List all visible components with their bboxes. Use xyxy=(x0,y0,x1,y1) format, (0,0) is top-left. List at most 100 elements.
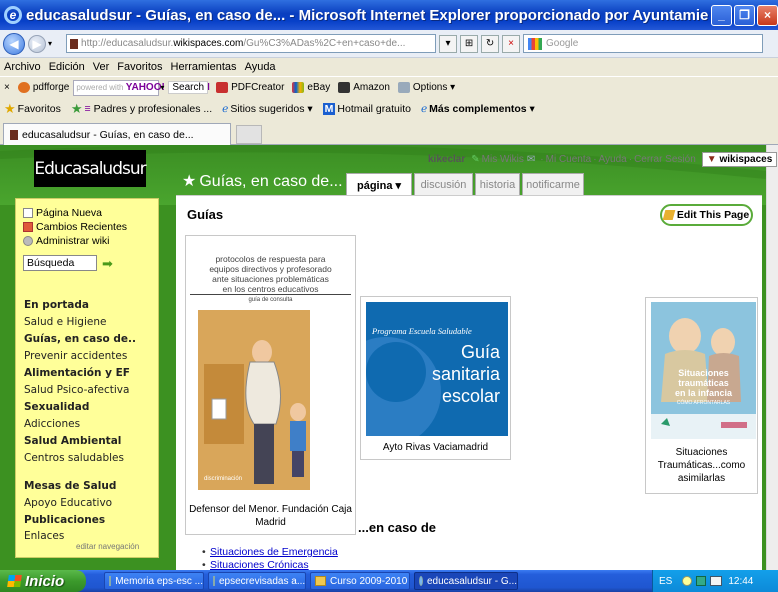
task-epsecrevisadas[interactable]: epsecrevisadas a... xyxy=(208,572,306,590)
wiki-search-input[interactable]: Búsqueda xyxy=(23,255,97,271)
ie-logo-icon: e xyxy=(4,6,22,24)
nav-psico-afectiva[interactable]: Salud Psico-afectiva xyxy=(24,384,129,396)
clock[interactable]: 12:44 xyxy=(728,576,753,587)
link-mis-wikis[interactable]: Mis Wikis xyxy=(482,154,524,165)
tab-discusion[interactable]: discusión xyxy=(414,173,473,195)
network-icon[interactable] xyxy=(682,576,693,586)
pdfforge-label: pdfforge xyxy=(32,82,70,93)
close-window-button[interactable]: × xyxy=(757,4,778,26)
site-logo[interactable]: Educasaludsur xyxy=(34,150,147,187)
task-curso[interactable]: Curso 2009-2010 xyxy=(310,572,410,590)
options-button[interactable]: Options ▾ xyxy=(397,82,455,93)
fav-sitios[interactable]: ℯ Sitios sugeridos ▾ xyxy=(222,103,313,115)
fav-padres[interactable]: ★ ≡ Padres y profesionales ... xyxy=(71,101,212,117)
search-go-icon[interactable]: ➡ xyxy=(102,256,113,272)
search-provider-input[interactable]: Google xyxy=(523,34,764,53)
address-input[interactable]: http://educasaludsur. wikispaces.com/Gu%C… xyxy=(66,34,437,53)
sidebar-admin-wiki[interactable]: Administrar wiki xyxy=(23,235,110,247)
tab-notificarme[interactable]: notificarme xyxy=(522,173,584,195)
refresh-icon[interactable]: ↻ xyxy=(481,34,500,53)
ebay-icon xyxy=(292,82,305,93)
minimize-button[interactable]: _ xyxy=(711,4,732,26)
menu-favoritos[interactable]: Favoritos xyxy=(117,61,162,73)
link-situaciones-emergencia[interactable]: Situaciones de Emergencia xyxy=(202,546,338,559)
nav-publicaciones[interactable]: Publicaciones xyxy=(24,514,105,526)
google-icon xyxy=(528,37,543,50)
edit-navigation-link[interactable]: editar navegación xyxy=(76,542,139,551)
tab-historia[interactable]: historia xyxy=(475,173,520,195)
hotmail-icon: M xyxy=(322,103,336,115)
task-educasaludsur[interactable]: educasaludsur - G... xyxy=(414,572,518,590)
back-button[interactable]: ◀ xyxy=(3,32,25,55)
pdfcreator-button[interactable]: PDFCreator xyxy=(216,82,284,93)
security-icon[interactable] xyxy=(696,576,707,586)
tab-pagina[interactable]: página ▾ xyxy=(346,173,412,196)
guide-card-1[interactable]: protocolos de respuesta para equipos dir… xyxy=(185,235,356,535)
tray-app-icon[interactable] xyxy=(710,576,723,586)
guide-cover-1[interactable]: protocolos de respuesta para equipos dir… xyxy=(190,240,351,501)
sidebar: Página Nueva Cambios Recientes Administr… xyxy=(15,198,159,558)
user-nav: kikeclar ✎ Mis Wikis ✉ · Mi Cuenta · Ayu… xyxy=(428,152,778,167)
start-button[interactable]: Inicio xyxy=(0,570,86,592)
yahoo-dropdown-icon[interactable]: ▾ xyxy=(160,83,164,92)
cover3-line-3: en la infancia xyxy=(674,388,733,398)
nav-sexualidad[interactable]: Sexualidad xyxy=(24,401,89,413)
address-dropdown-icon[interactable]: ▾ xyxy=(439,34,458,53)
pdfcreator-label: PDFCreator xyxy=(231,82,285,93)
nav-guias[interactable]: Guías, en caso de.. xyxy=(24,333,136,345)
menu-archivo[interactable]: Archivo xyxy=(4,61,41,73)
page-scrollbar[interactable] xyxy=(766,145,778,570)
pdfforge-button[interactable]: pdfforge xyxy=(17,82,70,93)
stop-icon[interactable]: × xyxy=(502,34,521,53)
fav-hotmail[interactable]: M Hotmail gratuito xyxy=(322,103,411,115)
guide-card-3[interactable]: Situaciones traumáticas en la infancia C… xyxy=(645,297,758,494)
nav-adicciones[interactable]: Adicciones xyxy=(24,418,80,430)
nav-centros[interactable]: Centros saludables xyxy=(24,452,124,464)
fav-mas[interactable]: ℯ Más complementos ▾ xyxy=(421,103,535,115)
fav-mas-label: Más complementos xyxy=(429,103,527,115)
compatibility-icon[interactable]: ⊞ xyxy=(460,34,479,53)
nav-salud-higiene[interactable]: Salud e Higiene xyxy=(24,316,106,328)
guide-card-2[interactable]: Programa Escuela Saludable Guía sanitari… xyxy=(360,296,511,460)
yahoo-search-input[interactable]: powered with YAHOO! SEARCH xyxy=(73,79,210,96)
nav-mesas[interactable]: Mesas de Salud xyxy=(24,480,116,492)
ebay-button[interactable]: eBay xyxy=(292,82,330,93)
nav-enlaces[interactable]: Enlaces xyxy=(24,530,64,542)
nav-prevenir[interactable]: Prevenir accidentes xyxy=(24,350,127,362)
history-dropdown-icon[interactable]: ▾ xyxy=(48,39,52,48)
edit-page-button[interactable]: Edit This Page xyxy=(660,204,753,226)
sidebar-new-page[interactable]: Página Nueva xyxy=(23,207,102,219)
menu-ayuda[interactable]: Ayuda xyxy=(245,61,276,73)
new-tab-button[interactable] xyxy=(236,125,262,144)
browser-tab-active[interactable]: educasaludsur - Guías, en caso de... xyxy=(3,123,231,145)
nav-alimentacion[interactable]: Alimentación y EF xyxy=(24,367,130,379)
favorites-button[interactable]: ★ Favoritos xyxy=(4,101,61,117)
menu-herramientas[interactable]: Herramientas xyxy=(171,61,237,73)
maximize-button[interactable]: ❐ xyxy=(734,4,755,26)
forward-button[interactable]: ▶ xyxy=(28,34,46,53)
nav-en-portada[interactable]: En portada xyxy=(24,299,89,311)
wikispaces-badge[interactable]: ▼ wikispaces xyxy=(701,152,778,167)
sidebar-recent-changes[interactable]: Cambios Recientes xyxy=(23,221,127,233)
guide-cover-3[interactable]: Situaciones traumáticas en la infancia C… xyxy=(651,302,756,439)
gear-icon xyxy=(23,236,33,246)
nav-apoyo[interactable]: Apoyo Educativo xyxy=(24,497,112,509)
amazon-button[interactable]: Amazon xyxy=(338,82,390,93)
link-ayuda[interactable]: Ayuda xyxy=(599,154,627,165)
favorite-star-icon[interactable]: ★ xyxy=(182,173,196,190)
window-title-bar[interactable]: e educasaludsur - Guías, en caso de... -… xyxy=(0,0,778,30)
language-indicator[interactable]: ES xyxy=(659,576,672,587)
task-memoria[interactable]: Memoria eps-esc ... xyxy=(104,572,204,590)
new-page-icon xyxy=(23,208,33,218)
wikis-icon: ✎ xyxy=(471,154,480,165)
toolbar-close-icon[interactable]: × xyxy=(4,82,10,93)
link-mi-cuenta[interactable]: Mi Cuenta xyxy=(546,154,592,165)
link-cerrar-sesion[interactable]: Cerrar Sesión xyxy=(634,154,696,165)
username[interactable]: kikeclar xyxy=(428,154,465,165)
favorites-bar: ★ Favoritos ★ ≡ Padres y profesionales ... … xyxy=(0,98,778,120)
menu-edicion[interactable]: Edición xyxy=(49,61,85,73)
nav-salud-ambiental[interactable]: Salud Ambiental xyxy=(24,435,121,447)
menu-ver[interactable]: Ver xyxy=(93,61,110,73)
yahoo-search-button[interactable]: Search xyxy=(168,81,209,94)
guide-cover-2[interactable]: Programa Escuela Saludable Guía sanitari… xyxy=(366,302,508,436)
